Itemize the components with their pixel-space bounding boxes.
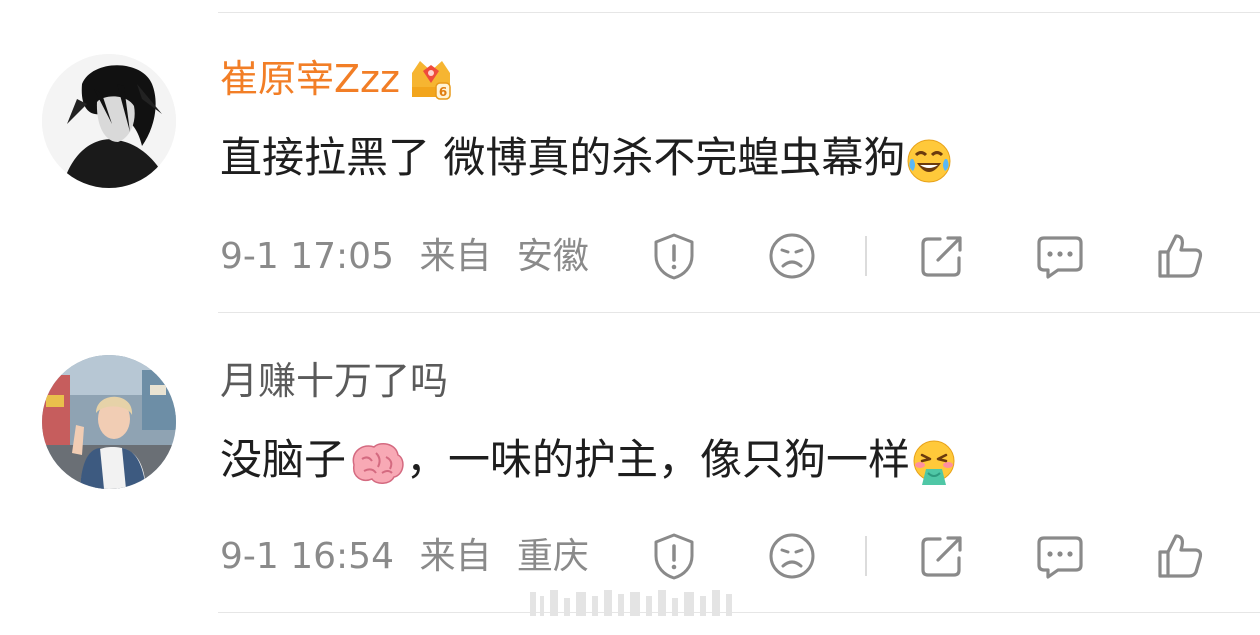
vomit-emoji-icon: [910, 439, 958, 487]
source-region: 重庆: [516, 536, 589, 577]
comment-text: 直接拉黑了 微博真的杀不完蝗虫幕狗: [220, 133, 906, 182]
laugh-cry-emoji-icon: [905, 137, 953, 185]
source-prefix: 来自: [419, 236, 492, 277]
top-divider: [218, 12, 1260, 13]
username[interactable]: 月赚十万了吗: [220, 358, 448, 404]
comment-text-before: 没脑子: [220, 435, 347, 484]
comment-icon[interactable]: [1034, 230, 1086, 282]
brain-emoji-icon: [346, 439, 406, 487]
comment-content: 没脑子 ，一味的护主，像只狗一样: [220, 434, 958, 487]
comment-divider: [218, 312, 1260, 313]
dislike-face-icon[interactable]: [766, 530, 818, 582]
source-region: 安徽: [516, 236, 589, 277]
dislike-face-icon[interactable]: [766, 230, 818, 282]
report-icon[interactable]: [648, 230, 700, 282]
like-icon[interactable]: [1154, 530, 1206, 582]
crown-badge-icon[interactable]: 6: [406, 53, 456, 103]
comment-time: 9-1 16:54: [220, 536, 394, 577]
share-icon[interactable]: [916, 530, 968, 582]
share-icon[interactable]: [916, 230, 968, 282]
comment-time: 9-1 17:05: [220, 236, 394, 277]
username[interactable]: 崔原宰Zzz 6: [220, 56, 456, 107]
action-separator: [865, 536, 867, 576]
source-prefix: 来自: [419, 536, 492, 577]
comment-meta: 9-1 16:54 来自 重庆: [220, 535, 589, 579]
username-text[interactable]: 崔原宰Zzz: [220, 57, 400, 101]
comment-text-after: ，一味的护主，像只狗一样: [406, 435, 911, 484]
avatar[interactable]: [42, 54, 176, 188]
comment-meta: 9-1 17:05 来自 安徽: [220, 235, 589, 279]
report-icon[interactable]: [648, 530, 700, 582]
comment-content: 直接拉黑了 微博真的杀不完蝗虫幕狗: [220, 132, 953, 185]
action-separator: [865, 236, 867, 276]
svg-text:6: 6: [439, 85, 447, 99]
comment-icon[interactable]: [1034, 530, 1086, 582]
bottom-divider: [218, 612, 1260, 613]
like-icon[interactable]: [1154, 230, 1206, 282]
username-text[interactable]: 月赚十万了吗: [220, 359, 448, 403]
watermark-icon: [530, 588, 735, 620]
avatar[interactable]: [42, 355, 176, 489]
